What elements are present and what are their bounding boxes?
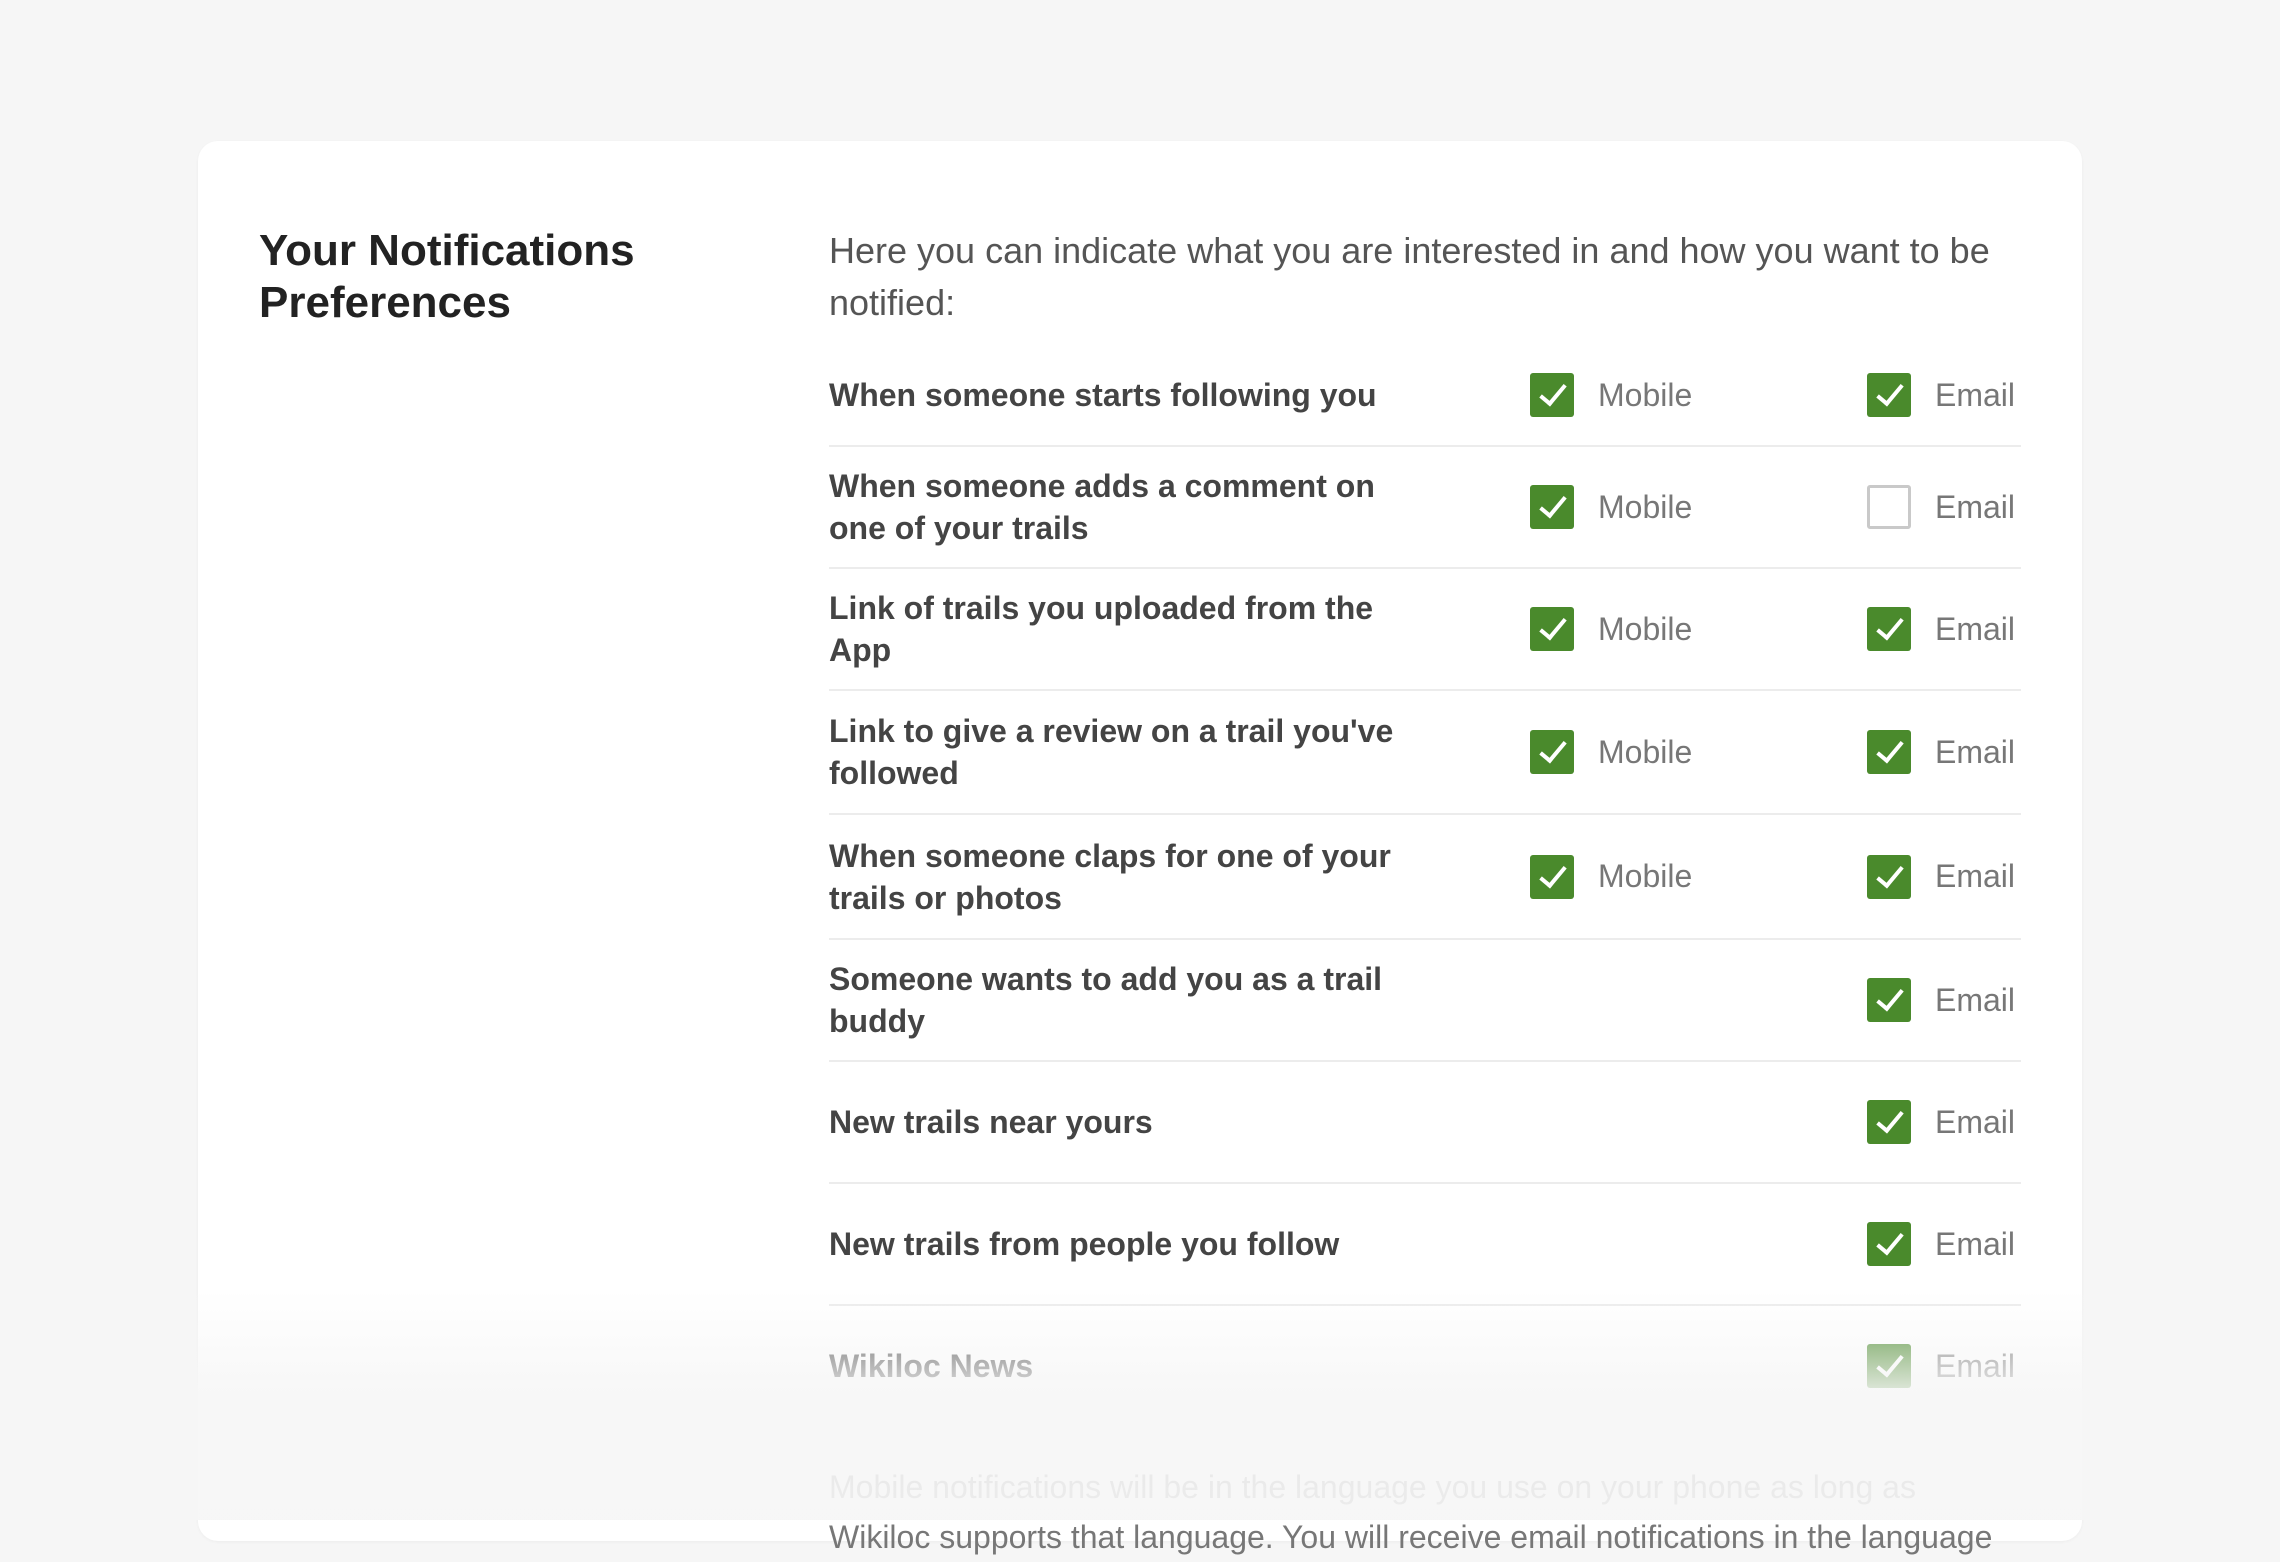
email-option[interactable]: Email: [1867, 730, 2015, 774]
pref-label: When someone claps for one of your trail…: [829, 837, 1391, 916]
email-label: Email: [1935, 376, 2016, 413]
pref-row-claps: When someone claps for one of your trail…: [829, 815, 2021, 940]
pref-row-trails-followed-people: New trails from people you follow Email: [829, 1184, 2021, 1306]
email-checkbox[interactable]: [1867, 730, 1911, 774]
mobile-checkbox[interactable]: [1530, 854, 1574, 899]
mobile-checkbox[interactable]: [1530, 730, 1574, 774]
email-option[interactable]: Email: [1867, 854, 2016, 899]
pref-label: When someone adds a comment on one of yo…: [829, 468, 1375, 546]
email-option[interactable]: Email: [1867, 1222, 2015, 1266]
pref-label: New trails from people you follow: [829, 1226, 1340, 1262]
email-label: Email: [1935, 488, 2016, 525]
pref-label: Wikiloc News: [829, 1348, 1034, 1384]
email-checkbox[interactable]: [1867, 1100, 1911, 1144]
pref-row-comment: When someone adds a comment on one of yo…: [829, 447, 2021, 569]
pref-row-uploaded-links: Link of trails you uploaded from the App…: [829, 569, 2021, 691]
email-label: Email: [1935, 1347, 2016, 1384]
mobile-option[interactable]: Mobile: [1530, 854, 1693, 899]
email-label: Email: [1935, 1225, 2016, 1262]
email-label: Email: [1935, 733, 2016, 770]
notifications-card: Your Notifications Preferences Here you …: [198, 141, 2082, 1555]
email-label: Email: [1935, 981, 2016, 1018]
email-option[interactable]: Email: [1867, 978, 2015, 1022]
mobile-label: Mobile: [1598, 858, 1693, 894]
email-option[interactable]: Email: [1867, 607, 2015, 651]
email-checkbox[interactable]: [1867, 607, 1911, 651]
mobile-label: Mobile: [1598, 376, 1693, 413]
email-label: Email: [1935, 858, 2016, 894]
mobile-option[interactable]: Mobile: [1530, 607, 1692, 651]
email-checkbox[interactable]: [1867, 1344, 1911, 1388]
mobile-label: Mobile: [1598, 610, 1693, 647]
pref-label: Link of trails you uploaded from the App: [829, 590, 1374, 668]
section-title: Your Notifications Preferences: [259, 226, 635, 327]
mobile-checkbox[interactable]: [1530, 607, 1574, 651]
email-checkbox[interactable]: [1867, 373, 1911, 417]
email-checkbox[interactable]: [1867, 1222, 1911, 1266]
pref-label: Link to give a review on a trail you've …: [829, 713, 1394, 791]
email-option[interactable]: Email: [1867, 485, 2015, 529]
email-option[interactable]: Email: [1867, 1344, 2015, 1388]
pref-row-trail-buddy: Someone wants to add you as a trail budd…: [829, 940, 2021, 1062]
email-label: Email: [1935, 1103, 2016, 1140]
pref-row-following: When someone starts following you Mobile…: [829, 345, 2021, 447]
mobile-label: Mobile: [1598, 733, 1693, 770]
email-checkbox[interactable]: [1867, 854, 1911, 899]
pref-row-wikiloc-news: Wikiloc News Email: [829, 1306, 2021, 1426]
mobile-option[interactable]: Mobile: [1530, 485, 1692, 529]
intro-text: Here you can indicate what you are inter…: [829, 230, 1990, 323]
pref-label: New trails near yours: [829, 1104, 1153, 1140]
mobile-option[interactable]: Mobile: [1530, 373, 1692, 417]
mobile-label: Mobile: [1598, 488, 1693, 525]
email-checkbox[interactable]: [1867, 978, 1911, 1022]
language-footnote: Mobile notifications will be in the lang…: [829, 1469, 1993, 1555]
mobile-option[interactable]: Mobile: [1530, 730, 1692, 774]
pref-label: Someone wants to add you as a trail budd…: [829, 961, 1383, 1039]
mobile-checkbox[interactable]: [1530, 373, 1574, 417]
mobile-checkbox[interactable]: [1530, 485, 1574, 529]
email-option[interactable]: Email: [1867, 373, 2015, 417]
preferences-list: When someone starts following you Mobile…: [829, 345, 2021, 1426]
preferences-content: Here you can indicate what you are inter…: [829, 225, 2021, 1562]
email-checkbox[interactable]: [1867, 485, 1911, 529]
pref-label: When someone starts following you: [829, 377, 1377, 413]
pref-row-review: Link to give a review on a trail you've …: [829, 691, 2021, 815]
email-option[interactable]: Email: [1867, 1100, 2015, 1144]
email-label: Email: [1935, 610, 2016, 647]
pref-row-trails-near: New trails near yours Email: [829, 1062, 2021, 1184]
